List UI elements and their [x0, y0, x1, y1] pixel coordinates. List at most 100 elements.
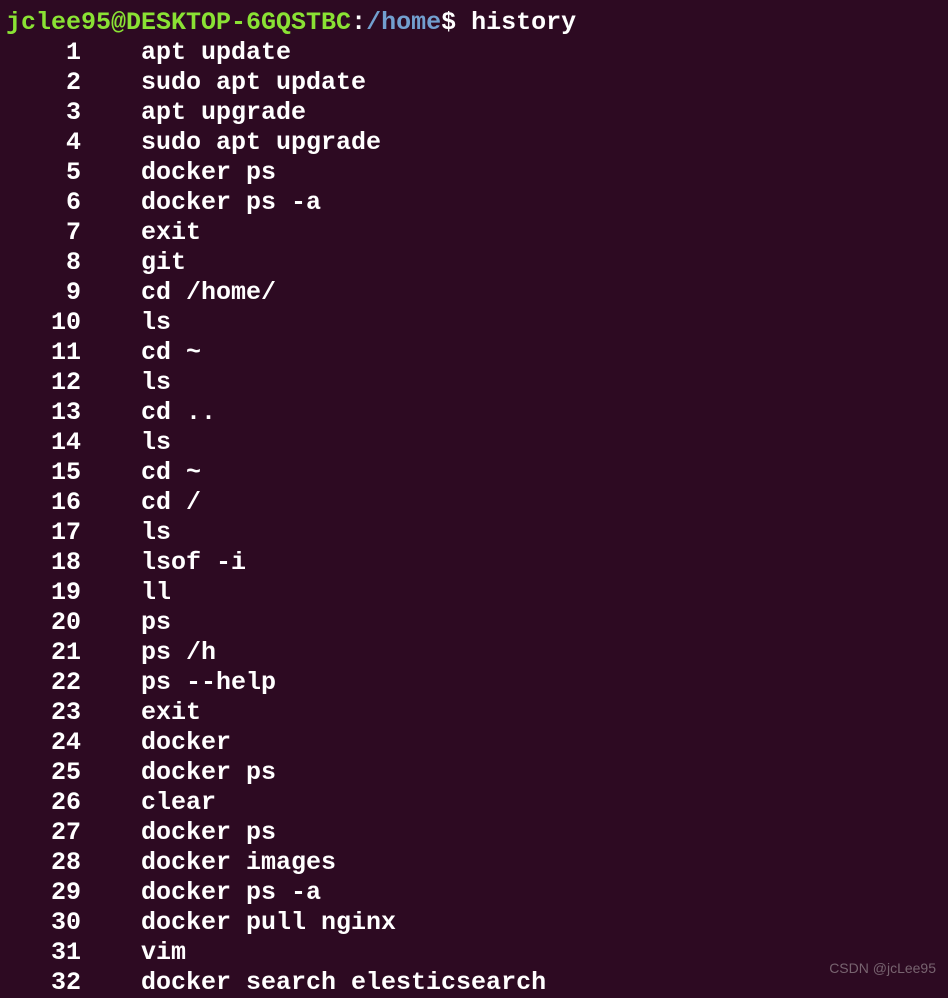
history-number: 20: [6, 608, 81, 638]
history-number: 10: [6, 308, 81, 338]
history-number: 14: [6, 428, 81, 458]
history-line: 19 ll: [6, 578, 942, 608]
history-number: 23: [6, 698, 81, 728]
history-number: 5: [6, 158, 81, 188]
typed-command: history: [471, 8, 576, 37]
history-command: docker ps: [81, 818, 276, 847]
history-command: sudo apt update: [81, 68, 366, 97]
history-command: lsof -i: [81, 548, 246, 577]
history-line: 25 docker ps: [6, 758, 942, 788]
history-line: 7 exit: [6, 218, 942, 248]
history-command: sudo apt upgrade: [81, 128, 381, 157]
history-line: 13 cd ..: [6, 398, 942, 428]
prompt-colon: :: [351, 8, 366, 37]
history-command: vim: [81, 938, 186, 967]
history-command: ps --help: [81, 668, 276, 697]
history-line: 2 sudo apt update: [6, 68, 942, 98]
prompt-user-host: jclee95@DESKTOP-6GQSTBC: [6, 8, 351, 37]
history-number: 22: [6, 668, 81, 698]
history-line: 8 git: [6, 248, 942, 278]
history-output: 1 apt update2 sudo apt update3 apt upgra…: [6, 38, 942, 998]
history-number: 24: [6, 728, 81, 758]
history-number: 29: [6, 878, 81, 908]
history-command: docker ps -a: [81, 878, 321, 907]
history-command: cd /: [81, 488, 201, 517]
history-number: 28: [6, 848, 81, 878]
history-number: 6: [6, 188, 81, 218]
terminal-prompt-line[interactable]: jclee95@DESKTOP-6GQSTBC:/home$ history: [6, 8, 942, 38]
history-number: 2: [6, 68, 81, 98]
history-command: ll: [81, 578, 171, 607]
history-line: 5 docker ps: [6, 158, 942, 188]
history-line: 15 cd ~: [6, 458, 942, 488]
history-command: cd ..: [81, 398, 216, 427]
history-number: 3: [6, 98, 81, 128]
history-command: ps: [81, 608, 171, 637]
history-number: 19: [6, 578, 81, 608]
history-line: 14 ls: [6, 428, 942, 458]
history-number: 15: [6, 458, 81, 488]
history-number: 8: [6, 248, 81, 278]
history-command: apt update: [81, 38, 291, 67]
history-number: 7: [6, 218, 81, 248]
history-line: 31 vim: [6, 938, 942, 968]
history-line: 32 docker search elesticsearch: [6, 968, 942, 998]
history-command: exit: [81, 698, 201, 727]
history-line: 10 ls: [6, 308, 942, 338]
history-line: 17 ls: [6, 518, 942, 548]
history-line: 16 cd /: [6, 488, 942, 518]
history-line: 22 ps --help: [6, 668, 942, 698]
history-line: 26 clear: [6, 788, 942, 818]
history-number: 21: [6, 638, 81, 668]
history-number: 16: [6, 488, 81, 518]
history-line: 9 cd /home/: [6, 278, 942, 308]
history-line: 3 apt upgrade: [6, 98, 942, 128]
history-line: 6 docker ps -a: [6, 188, 942, 218]
watermark: CSDN @jcLee95: [829, 953, 936, 983]
history-line: 27 docker ps: [6, 818, 942, 848]
history-command: docker pull nginx: [81, 908, 396, 937]
history-line: 30 docker pull nginx: [6, 908, 942, 938]
history-number: 32: [6, 968, 81, 998]
history-line: 4 sudo apt upgrade: [6, 128, 942, 158]
history-number: 12: [6, 368, 81, 398]
history-number: 30: [6, 908, 81, 938]
history-line: 12 ls: [6, 368, 942, 398]
history-line: 28 docker images: [6, 848, 942, 878]
history-number: 25: [6, 758, 81, 788]
history-command: apt upgrade: [81, 98, 306, 127]
history-line: 29 docker ps -a: [6, 878, 942, 908]
history-command: ls: [81, 308, 171, 337]
history-command: git: [81, 248, 186, 277]
history-number: 27: [6, 818, 81, 848]
history-command: exit: [81, 218, 201, 247]
history-line: 18 lsof -i: [6, 548, 942, 578]
history-command: docker ps: [81, 758, 276, 787]
history-command: clear: [81, 788, 216, 817]
history-command: cd /home/: [81, 278, 276, 307]
history-line: 24 docker: [6, 728, 942, 758]
history-line: 23 exit: [6, 698, 942, 728]
history-command: docker: [81, 728, 231, 757]
history-number: 17: [6, 518, 81, 548]
prompt-dollar: $: [441, 8, 471, 37]
history-number: 31: [6, 938, 81, 968]
history-number: 9: [6, 278, 81, 308]
history-number: 1: [6, 38, 81, 68]
history-command: ls: [81, 518, 171, 547]
history-line: 21 ps /h: [6, 638, 942, 668]
history-line: 20 ps: [6, 608, 942, 638]
history-command: ls: [81, 428, 171, 457]
history-command: docker ps: [81, 158, 276, 187]
history-number: 11: [6, 338, 81, 368]
history-command: cd ~: [81, 338, 201, 367]
history-number: 18: [6, 548, 81, 578]
history-command: docker ps -a: [81, 188, 321, 217]
history-line: 1 apt update: [6, 38, 942, 68]
history-number: 4: [6, 128, 81, 158]
history-command: docker search elesticsearch: [81, 968, 546, 997]
history-command: cd ~: [81, 458, 201, 487]
history-command: ps /h: [81, 638, 216, 667]
history-command: ls: [81, 368, 171, 397]
history-number: 13: [6, 398, 81, 428]
